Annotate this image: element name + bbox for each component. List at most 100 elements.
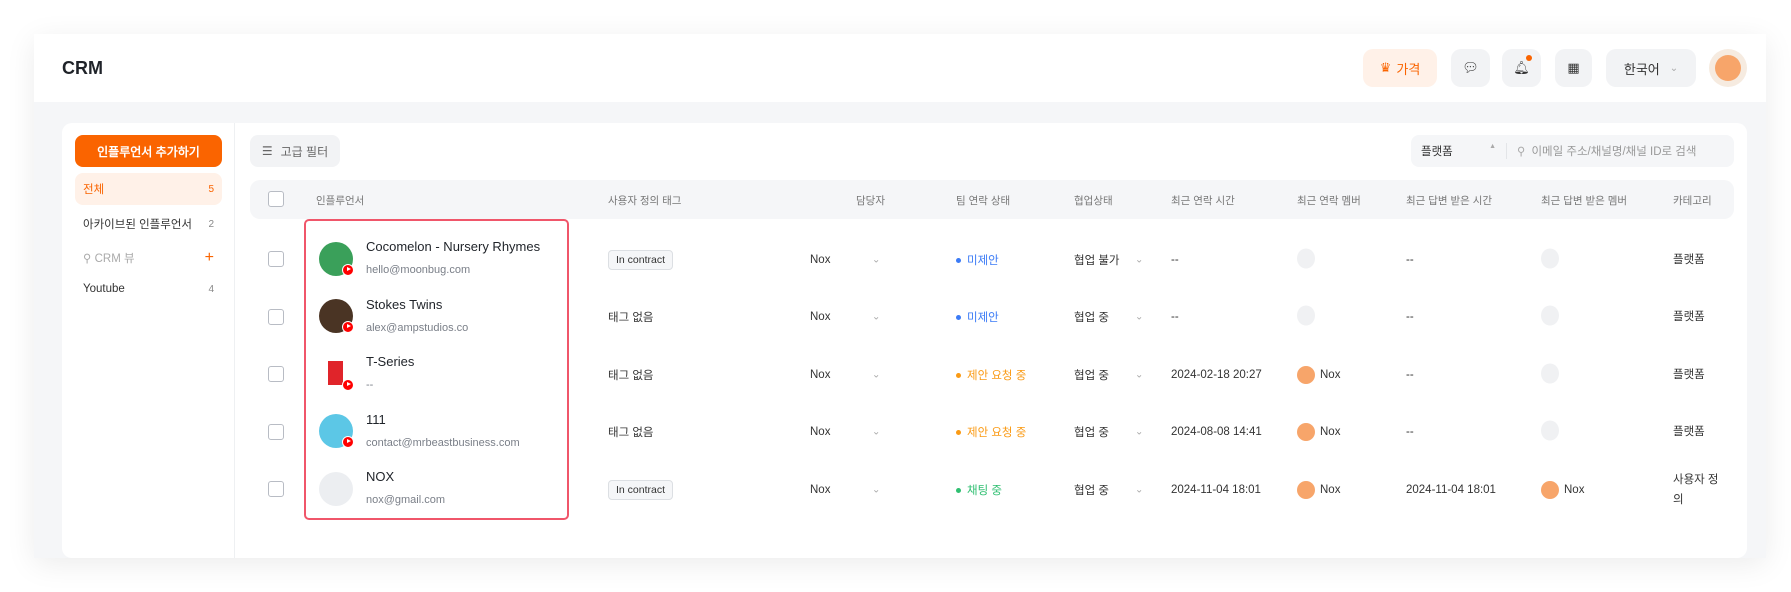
page-title: CRM — [62, 58, 103, 79]
language-select[interactable]: 한국어⌄ — [1606, 49, 1696, 87]
chevron-down-icon[interactable]: ⌄ — [872, 369, 880, 380]
col-last-reply: 최근 답변 받은 시간 — [1406, 193, 1492, 208]
select-all-checkbox[interactable] — [268, 191, 284, 207]
category: 플랫폼 — [1673, 307, 1721, 327]
col-tag: 사용자 정의 태그 — [608, 193, 681, 208]
row-checkbox[interactable] — [268, 309, 284, 325]
add-view-icon[interactable]: + — [205, 249, 214, 267]
search-input[interactable]: 이메일 주소/채널명/채널 ID로 검색 — [1531, 143, 1696, 159]
influencer-name[interactable]: NOX — [366, 469, 394, 484]
owner-select[interactable]: Nox — [810, 369, 830, 381]
chat-button[interactable]: 💬︎ — [1451, 49, 1490, 87]
reply-member — [1541, 248, 1559, 271]
collab-status-select[interactable]: 협업 불가 — [1074, 252, 1120, 268]
chevron-down-icon[interactable]: ⌄ — [1135, 312, 1143, 323]
category: 플랫폼 — [1673, 422, 1721, 442]
owner-select[interactable]: Nox — [810, 311, 830, 323]
owner-select[interactable]: Nox — [810, 484, 830, 496]
empty-avatar-icon — [1297, 306, 1315, 326]
chat-icon: 💬︎ — [1462, 60, 1479, 76]
category: 플랫폼 — [1673, 250, 1721, 270]
team-status: 채팅 중 — [956, 482, 1002, 498]
influencer-email: nox@gmail.com — [366, 494, 445, 506]
crm-view-section: ⚲ CRM 뷰+ — [75, 242, 222, 274]
team-status: 제안 요청 중 — [956, 367, 1026, 383]
collab-status-select[interactable]: 협업 중 — [1074, 367, 1109, 383]
user-avatar[interactable] — [1709, 49, 1747, 87]
search-icon: ⚲ — [83, 253, 95, 265]
empty-avatar-icon — [1541, 363, 1559, 383]
youtube-icon — [342, 436, 354, 448]
row-checkbox[interactable] — [268, 424, 284, 440]
notification-dot — [1526, 55, 1532, 61]
add-influencer-button[interactable]: 인플루언서 추가하기 — [75, 135, 222, 167]
platform-select[interactable]: 플랫폼▲ — [1411, 143, 1507, 159]
apps-button[interactable]: ▦ — [1555, 49, 1592, 87]
chevron-down-icon[interactable]: ⌄ — [872, 484, 880, 495]
col-influencer: 인플루언서 — [316, 193, 364, 208]
sidebar-item-youtube[interactable]: Youtube4 — [75, 273, 222, 305]
last-reply-time: 2024-11-04 18:01 — [1406, 484, 1496, 496]
influencer-email: contact@mrbeastbusiness.com — [366, 437, 520, 449]
influencer-name[interactable]: T-Series — [366, 354, 414, 369]
crown-icon: ♛ — [1380, 60, 1392, 76]
notification-button[interactable]: 🔔︎ — [1502, 49, 1541, 87]
row-checkbox[interactable] — [268, 481, 284, 497]
owner-select[interactable]: Nox — [810, 426, 830, 438]
table-row[interactable]: Stokes Twins alex@ampstudios.co 태그 없음 No… — [250, 289, 1734, 346]
row-checkbox[interactable] — [268, 251, 284, 267]
collab-status-select[interactable]: 협업 중 — [1074, 424, 1109, 440]
chevron-down-icon[interactable]: ⌄ — [1135, 369, 1143, 380]
influencer-name[interactable]: Cocomelon - Nursery Rhymes — [366, 239, 540, 254]
row-checkbox[interactable] — [268, 366, 284, 382]
table-row[interactable]: T-Series -- 태그 없음 Nox ⌄ 제안 요청 중 협업 중 ⌄ 2… — [250, 346, 1734, 403]
member-avatar — [1297, 366, 1315, 384]
influencer-email: hello@moonbug.com — [366, 264, 470, 276]
sidebar-item-archived[interactable]: 아카이브된 인플루언서2 — [75, 208, 222, 240]
table-row[interactable]: Cocomelon - Nursery Rhymes hello@moonbug… — [250, 231, 1734, 288]
reply-member — [1541, 363, 1559, 386]
influencer-email: alex@ampstudios.co — [366, 322, 468, 334]
influencer-name[interactable]: Stokes Twins — [366, 297, 442, 312]
influencer-name[interactable]: 111 — [366, 412, 386, 427]
owner-select[interactable]: Nox — [810, 254, 830, 266]
member-avatar — [1297, 481, 1315, 499]
sidebar-item-all[interactable]: 전체5 — [75, 173, 222, 205]
status-dot — [956, 430, 961, 435]
status-dot — [956, 488, 961, 493]
table-header: 인플루언서 사용자 정의 태그 담당자 팀 연락 상태 협업상태 최근 연락 시… — [250, 180, 1734, 219]
collab-status-select[interactable]: 협업 중 — [1074, 309, 1109, 325]
last-reply-time: -- — [1406, 426, 1414, 438]
team-status: 미제안 — [956, 252, 999, 268]
sidebar: 인플루언서 추가하기 전체5 아카이브된 인플루언서2 ⚲ CRM 뷰+ You… — [62, 123, 235, 558]
col-category: 카테고리 — [1673, 193, 1712, 208]
last-reply-time: -- — [1406, 369, 1414, 381]
collab-status-select[interactable]: 협업 중 — [1074, 482, 1109, 498]
caret-icon: ▲ — [1489, 143, 1496, 159]
youtube-icon — [342, 379, 354, 391]
col-team-status: 팀 연락 상태 — [956, 193, 1010, 208]
table-row[interactable]: 111 contact@mrbeastbusiness.com 태그 없음 No… — [250, 404, 1734, 461]
chevron-down-icon[interactable]: ⌄ — [1135, 254, 1143, 265]
member-avatar — [1541, 481, 1559, 499]
custom-tag: 태그 없음 — [608, 309, 654, 325]
contact-member — [1297, 306, 1315, 329]
reply-member: Nox — [1541, 481, 1584, 499]
chevron-down-icon[interactable]: ⌄ — [872, 312, 880, 323]
col-last-contact: 최근 연락 시간 — [1171, 193, 1235, 208]
col-owner: 담당자 — [856, 193, 885, 208]
chevron-down-icon: ⌄ — [1670, 63, 1678, 74]
chevron-down-icon[interactable]: ⌄ — [1135, 484, 1143, 495]
table-row[interactable]: NOX nox@gmail.com In contract Nox ⌄ 채팅 중… — [250, 461, 1734, 518]
chevron-down-icon[interactable]: ⌄ — [872, 427, 880, 438]
chevron-down-icon[interactable]: ⌄ — [872, 254, 880, 265]
team-status: 미제안 — [956, 309, 999, 325]
reply-member — [1541, 306, 1559, 329]
last-reply-time: -- — [1406, 254, 1414, 266]
custom-tag: In contract — [608, 254, 673, 266]
search-bar: 플랫폼▲ ⚲ 이메일 주소/채널명/채널 ID로 검색 — [1411, 135, 1734, 167]
pricing-button[interactable]: ♛가격 — [1363, 49, 1437, 87]
youtube-icon — [342, 321, 354, 333]
advanced-filter-button[interactable]: ☰고급 필터 — [250, 135, 340, 167]
chevron-down-icon[interactable]: ⌄ — [1135, 427, 1143, 438]
